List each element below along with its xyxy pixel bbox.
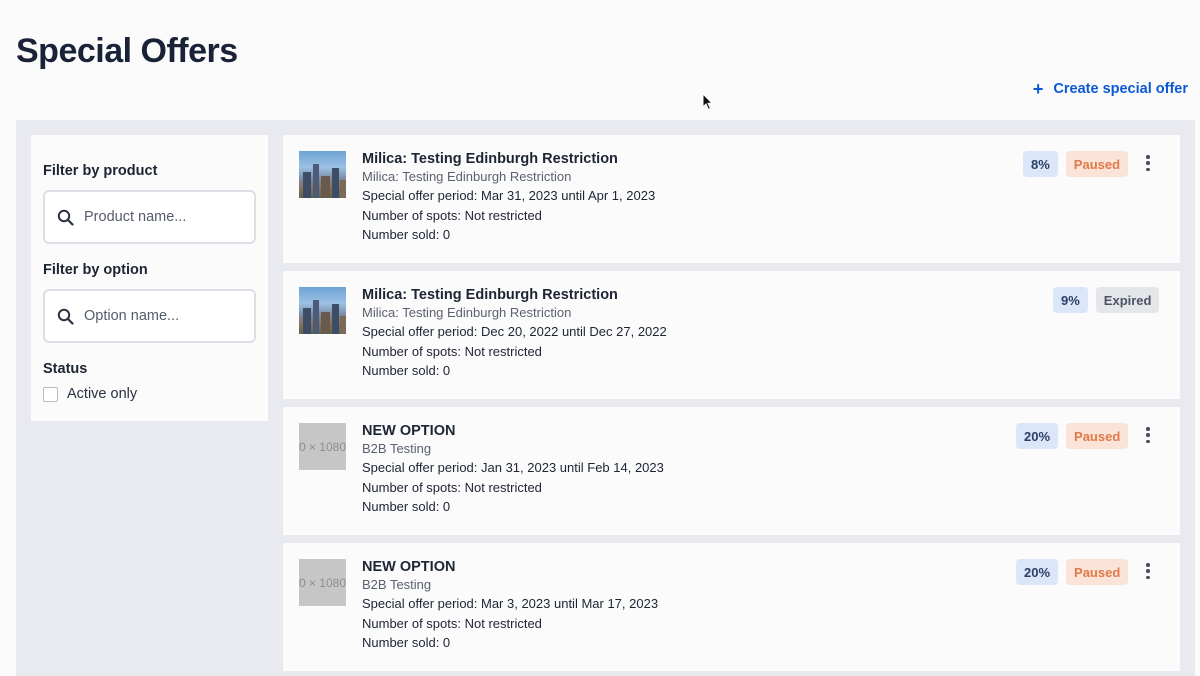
create-special-offer-label: Create special offer [1053, 81, 1188, 97]
placeholder-thumbnail: 920 × 1080 [299, 559, 346, 606]
product-thumbnail [299, 151, 346, 198]
placeholder-thumbnail: 920 × 1080 [299, 423, 346, 470]
offer-sold: Number sold: 0 [362, 363, 451, 378]
offer-title: Milica: Testing Edinburgh Restriction [362, 151, 618, 167]
offer-period: Special offer period: Jan 31, 2023 until… [362, 460, 664, 475]
discount-badge: 8% [1023, 151, 1058, 177]
offer-card[interactable]: 920 × 1080 NEW OPTION B2B Testing Specia… [283, 407, 1180, 535]
offer-spots: Number of spots: Not restricted [362, 479, 542, 495]
status-badge: Paused [1066, 423, 1129, 449]
product-search-input[interactable] [84, 209, 234, 225]
offers-list: Milica: Testing Edinburgh Restriction Mi… [283, 135, 1180, 676]
option-search-field[interactable] [43, 289, 256, 343]
active-only-label: Active only [67, 386, 138, 402]
offer-subtitle: B2B Testing [362, 577, 432, 592]
plus-icon: + [1032, 79, 1044, 99]
offer-period: Special offer period: Dec 20, 2022 until… [362, 324, 667, 339]
mouse-cursor-icon [702, 93, 714, 111]
product-thumbnail [299, 287, 346, 334]
discount-badge: 9% [1053, 287, 1088, 313]
status-badge: Paused [1066, 559, 1129, 585]
filter-by-product-label: Filter by product [43, 163, 158, 179]
offer-period: Special offer period: Mar 31, 2023 until… [362, 188, 656, 203]
offer-spots: Number of spots: Not restricted [362, 343, 542, 359]
offer-period: Special offer period: Mar 3, 2023 until … [362, 596, 659, 611]
more-options-icon[interactable] [1145, 155, 1151, 171]
offer-spots: Number of spots: Not restricted [362, 615, 542, 631]
offer-title: NEW OPTION [362, 423, 456, 439]
offer-subtitle: Milica: Testing Edinburgh Restriction [362, 169, 572, 184]
filter-panel: Filter by product Filter by option Statu… [31, 135, 268, 421]
page-title: Special Offers [16, 32, 238, 70]
status-badge: Expired [1095, 287, 1160, 313]
offer-title: NEW OPTION [362, 559, 456, 575]
offer-card[interactable]: Milica: Testing Edinburgh Restriction Mi… [283, 135, 1180, 263]
offer-title: Milica: Testing Edinburgh Restriction [362, 287, 618, 303]
main-content-area: Filter by product Filter by option Statu… [16, 120, 1195, 676]
active-only-checkbox[interactable] [43, 386, 58, 402]
product-search-field[interactable] [43, 190, 256, 244]
active-only-filter[interactable]: Active only [43, 386, 256, 402]
discount-badge: 20% [1016, 559, 1059, 585]
offer-sold: Number sold: 0 [362, 635, 451, 650]
status-label: Status [43, 361, 88, 377]
search-icon [57, 308, 74, 325]
offer-spots: Number of spots: Not restricted [362, 207, 542, 223]
offer-sold: Number sold: 0 [362, 499, 451, 514]
search-icon [57, 209, 74, 226]
more-options-icon[interactable] [1145, 563, 1151, 579]
offer-card[interactable]: Milica: Testing Edinburgh Restriction Mi… [283, 271, 1180, 399]
offer-subtitle: Milica: Testing Edinburgh Restriction [362, 305, 572, 320]
filter-by-option-label: Filter by option [43, 262, 148, 278]
option-search-input[interactable] [84, 308, 234, 324]
create-special-offer-button[interactable]: + Create special offer [1033, 80, 1188, 98]
offer-card[interactable]: 920 × 1080 NEW OPTION B2B Testing Specia… [283, 543, 1180, 671]
discount-badge: 20% [1016, 423, 1059, 449]
offer-subtitle: B2B Testing [362, 441, 432, 456]
offer-sold: Number sold: 0 [362, 227, 451, 242]
more-options-icon[interactable] [1145, 427, 1151, 443]
status-badge: Paused [1065, 151, 1129, 177]
